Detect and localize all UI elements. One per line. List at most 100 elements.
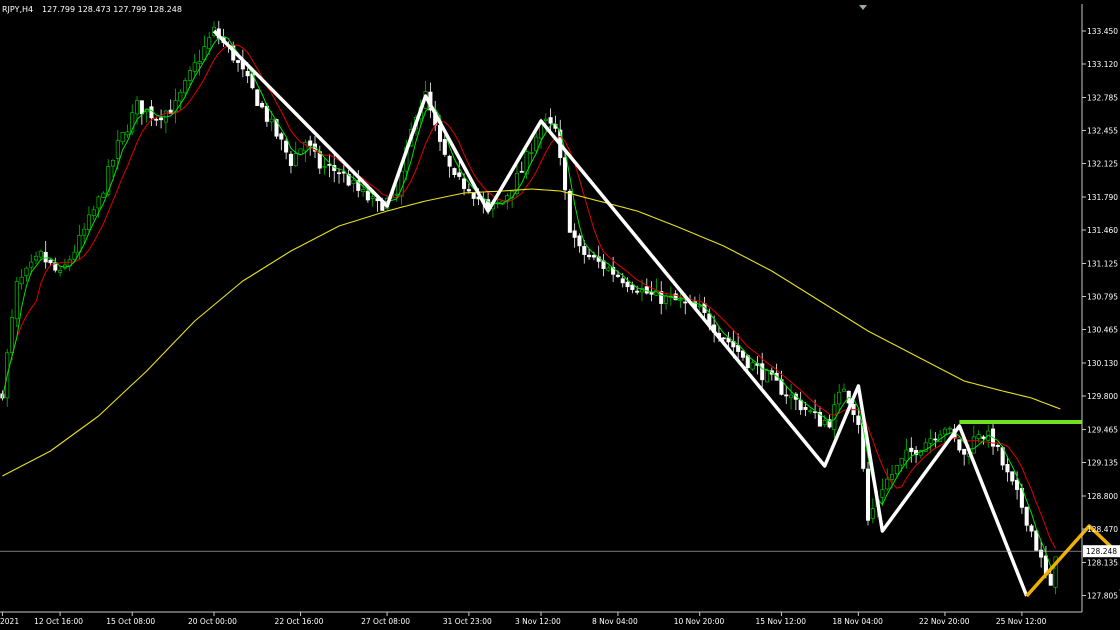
candle-body bbox=[885, 478, 890, 490]
candle-body bbox=[933, 438, 938, 441]
candle-body bbox=[899, 458, 904, 466]
candle-body bbox=[644, 286, 649, 294]
candle-body bbox=[457, 172, 462, 177]
candle-body bbox=[135, 100, 140, 115]
x-tick-label: 15 Nov 12:00 bbox=[755, 617, 806, 626]
candle-body bbox=[24, 267, 29, 277]
candle-body bbox=[96, 196, 101, 209]
x-tick-label: 20 Oct 00:00 bbox=[188, 617, 237, 626]
candle-body bbox=[322, 165, 327, 168]
candle-body bbox=[1015, 479, 1020, 490]
chart-header-ohlc: 127.799 128.473 127.799 128.248 bbox=[42, 5, 182, 14]
y-tick-label: 129.800 bbox=[1087, 392, 1118, 401]
x-tick-label: 31 Oct 23:00 bbox=[443, 617, 492, 626]
candle-body bbox=[663, 295, 669, 304]
candle-body bbox=[86, 214, 91, 230]
candle-body bbox=[19, 276, 24, 285]
candle-body bbox=[452, 168, 457, 175]
candle-body bbox=[370, 196, 375, 199]
y-tick-label: 133.450 bbox=[1087, 27, 1118, 36]
candle-body bbox=[245, 71, 250, 77]
candle-body bbox=[365, 190, 370, 201]
candle-body bbox=[697, 305, 702, 308]
candle-body bbox=[976, 434, 981, 439]
candle-body bbox=[894, 464, 899, 475]
candle-body bbox=[471, 192, 476, 199]
candle-body bbox=[981, 436, 986, 439]
candle-body bbox=[740, 350, 746, 358]
candle[interactable] bbox=[298, 148, 303, 155]
candle-body bbox=[947, 427, 952, 430]
candle-body bbox=[91, 209, 96, 216]
candle-body bbox=[683, 301, 688, 304]
candle-body bbox=[110, 160, 116, 167]
candle[interactable] bbox=[567, 188, 572, 233]
candle-body bbox=[620, 278, 625, 284]
candle-body bbox=[139, 100, 144, 115]
candle-body bbox=[784, 394, 789, 397]
x-tick-label: 18 Nov 04:00 bbox=[832, 617, 883, 626]
candle-body bbox=[808, 410, 813, 413]
candle-body bbox=[909, 447, 914, 452]
candle[interactable] bbox=[255, 88, 260, 106]
y-tick-label: 132.785 bbox=[1087, 94, 1118, 103]
x-tick-label: 2021 bbox=[0, 617, 19, 626]
candle-body bbox=[279, 133, 284, 140]
chart-background bbox=[0, 0, 1120, 630]
candle-body bbox=[837, 391, 842, 405]
candle-body bbox=[1048, 573, 1053, 586]
chart-header-symbol: RJPY,H4 bbox=[2, 5, 33, 14]
candle-body bbox=[29, 261, 34, 268]
candle-body bbox=[351, 179, 356, 184]
candle-body bbox=[442, 139, 447, 155]
candle-body bbox=[154, 118, 159, 121]
candle-body bbox=[625, 281, 630, 288]
candle-body bbox=[577, 235, 582, 247]
candle-body bbox=[803, 406, 808, 410]
candle-body bbox=[971, 436, 976, 454]
candle-body bbox=[101, 192, 106, 198]
price-chart[interactable]: 133.450 133.120 132.785 132.455 132.125 131.7… bbox=[0, 0, 1120, 630]
x-tick-label: 27 Oct 08:00 bbox=[361, 617, 410, 626]
x-tick-label: 10 Nov 20:00 bbox=[674, 617, 725, 626]
candle-body bbox=[1024, 506, 1029, 526]
candle-body bbox=[1010, 471, 1015, 482]
candle-body bbox=[1029, 525, 1034, 532]
candle[interactable] bbox=[5, 348, 10, 407]
candle-body bbox=[269, 118, 274, 123]
y-tick-label: 132.455 bbox=[1087, 127, 1118, 136]
candle-body bbox=[942, 428, 947, 435]
candle-body bbox=[260, 103, 265, 108]
candle[interactable] bbox=[865, 461, 871, 526]
candle-body bbox=[764, 370, 770, 383]
candle-body bbox=[361, 189, 366, 192]
candle-body bbox=[678, 299, 683, 302]
candle-body bbox=[659, 291, 664, 304]
candle-body bbox=[789, 394, 794, 399]
y-tick-label: 128.800 bbox=[1087, 492, 1118, 501]
candle-body bbox=[58, 269, 63, 273]
candle-body bbox=[264, 105, 269, 122]
y-tick-label: 130.130 bbox=[1087, 359, 1118, 368]
candle-body bbox=[582, 246, 587, 255]
current-price-label: 128.248 bbox=[1086, 547, 1117, 556]
candle-body bbox=[255, 89, 260, 106]
candle-body bbox=[529, 152, 534, 154]
candle-body bbox=[178, 91, 183, 102]
candle-body bbox=[298, 148, 303, 155]
candle-body bbox=[115, 140, 120, 159]
candle-body bbox=[606, 267, 611, 271]
candle-body bbox=[928, 438, 933, 444]
candle-body bbox=[630, 284, 635, 290]
candle-body bbox=[125, 131, 130, 136]
candle-body bbox=[48, 259, 53, 264]
x-tick-label: 12 Oct 16:00 bbox=[34, 617, 83, 626]
candle-body bbox=[750, 362, 755, 370]
candle-body bbox=[236, 60, 241, 63]
y-tick-label: 131.790 bbox=[1087, 193, 1118, 202]
candle-body bbox=[288, 153, 293, 166]
x-tick-label: 22 Nov 20:00 bbox=[919, 617, 970, 626]
candle-body bbox=[890, 473, 895, 480]
candle-body bbox=[995, 444, 1000, 447]
y-tick-label: 130.795 bbox=[1087, 293, 1118, 302]
